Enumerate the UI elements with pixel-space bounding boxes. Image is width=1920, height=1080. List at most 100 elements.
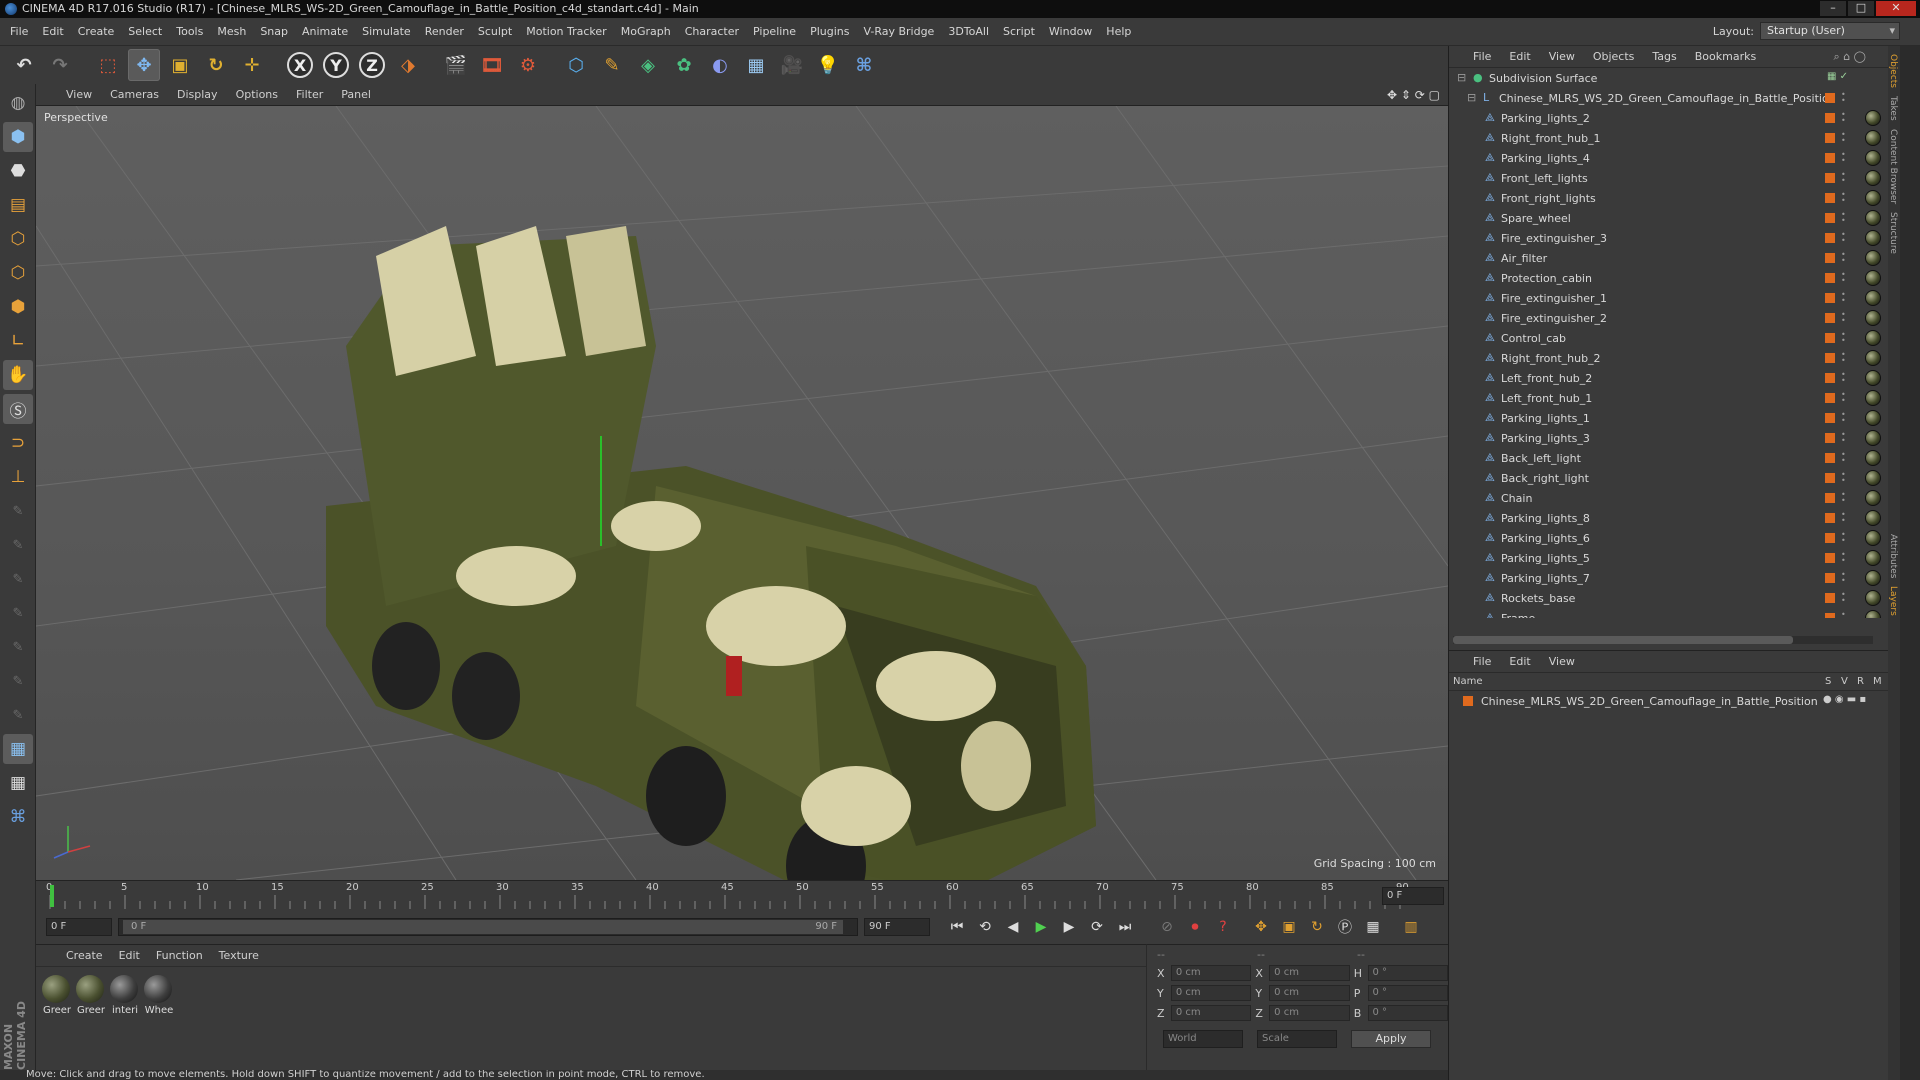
- 3d-viewport[interactable]: Perspective Grid Spacing : 100 cm: [36, 106, 1448, 880]
- visibility-dots-icon[interactable]: ••: [1841, 451, 1846, 465]
- move-tool-icon[interactable]: ✥: [128, 49, 160, 81]
- material-tag-icon[interactable]: [1865, 190, 1881, 206]
- object-row[interactable]: ⟁ Fire_extinguisher_1 • •: [1449, 288, 1889, 308]
- x-axis-lock[interactable]: X: [284, 49, 316, 81]
- floor-scene-icon[interactable]: ▦: [740, 49, 772, 81]
- key-rotation-icon[interactable]: ↻: [1304, 914, 1330, 940]
- menu-create[interactable]: Create: [78, 25, 115, 38]
- collapse-toggle-icon[interactable]: ⊟: [1457, 72, 1467, 84]
- material-tag-icon[interactable]: [1865, 150, 1881, 166]
- menu-simulate[interactable]: Simulate: [362, 25, 411, 38]
- object-row-parent[interactable]: ⊟ L Chinese_MLRS_WS_2D_Green_Camouflage_…: [1449, 88, 1889, 108]
- visibility-dots-icon[interactable]: ••: [1841, 351, 1846, 365]
- playhead-marker[interactable]: [50, 885, 54, 907]
- pen-spline-icon[interactable]: ✎: [596, 49, 628, 81]
- objects-menu-file[interactable]: File: [1473, 50, 1491, 63]
- apply-button[interactable]: Apply: [1351, 1030, 1431, 1048]
- material-tag-icon[interactable]: [1865, 350, 1881, 366]
- object-row[interactable]: ⟁ Control_cab • •: [1449, 328, 1889, 348]
- camera-icon[interactable]: 🎥: [776, 49, 808, 81]
- snap-icon[interactable]: Ⓢ: [3, 394, 33, 424]
- material-tag-icon[interactable]: [1865, 470, 1881, 486]
- material-menu-create[interactable]: Create: [66, 949, 103, 962]
- menu-pipeline[interactable]: Pipeline: [753, 25, 796, 38]
- visibility-dots-icon[interactable]: ••: [1841, 411, 1846, 425]
- object-row[interactable]: ⟁ Front_left_lights • •: [1449, 168, 1889, 188]
- object-row[interactable]: ⟁ Parking_lights_4 • •: [1449, 148, 1889, 168]
- light-icon[interactable]: 💡: [812, 49, 844, 81]
- viewport-menu-filter[interactable]: Filter: [296, 88, 323, 101]
- viewport-menu-panel[interactable]: Panel: [341, 88, 371, 101]
- visibility-dots-icon[interactable]: ••: [1841, 271, 1846, 285]
- material-tag-icon[interactable]: [1865, 430, 1881, 446]
- visibility-dots-icon[interactable]: ••: [1841, 511, 1846, 525]
- material-tag-icon[interactable]: [1865, 270, 1881, 286]
- material-swatch[interactable]: Greer: [76, 975, 106, 1016]
- object-row[interactable]: ⟁ Right_front_hub_1 • •: [1449, 128, 1889, 148]
- visibility-dots-icon[interactable]: ••: [1841, 331, 1846, 345]
- undo-icon[interactable]: ↶: [8, 49, 40, 81]
- material-swatch[interactable]: interi: [110, 975, 140, 1016]
- cube-primitive-icon[interactable]: ⬡: [560, 49, 592, 81]
- timeline-end-field[interactable]: 0 F: [1382, 887, 1444, 905]
- material-tag-icon[interactable]: [1865, 390, 1881, 406]
- object-row[interactable]: ⟁ Back_right_light • •: [1449, 468, 1889, 488]
- material-tag-icon[interactable]: [1865, 110, 1881, 126]
- visibility-dots-icon[interactable]: ••: [1841, 611, 1846, 619]
- material-tag-icon[interactable]: [1865, 210, 1881, 226]
- menu-file[interactable]: File: [10, 25, 28, 38]
- material-tag-icon[interactable]: [1865, 530, 1881, 546]
- material-tag-icon[interactable]: [1865, 310, 1881, 326]
- visibility-dots-icon[interactable]: ••: [1841, 191, 1846, 205]
- object-row[interactable]: ⟁ Right_front_hub_2 • •: [1449, 348, 1889, 368]
- python-script-icon[interactable]: ⌘: [3, 802, 33, 832]
- object-row[interactable]: ⟁ Parking_lights_6 • •: [1449, 528, 1889, 548]
- tweak-mode-icon[interactable]: ✋: [3, 360, 33, 390]
- material-tag-icon[interactable]: [1865, 610, 1881, 618]
- texture-mode-icon[interactable]: ⬣: [3, 156, 33, 186]
- material-tag-icon[interactable]: [1865, 510, 1881, 526]
- polygons-mode-icon[interactable]: ⬢: [3, 292, 33, 322]
- play-icon[interactable]: ▶: [1028, 914, 1054, 940]
- edges-mode-icon[interactable]: ⬡: [3, 258, 33, 288]
- objects-menu-tags[interactable]: Tags: [1652, 50, 1676, 63]
- rotation-p-field[interactable]: 0 °: [1367, 985, 1449, 1001]
- layer-row[interactable]: Chinese_MLRS_WS_2D_Green_Camouflage_in_B…: [1449, 691, 1889, 711]
- layers-menu-file[interactable]: File: [1473, 655, 1491, 668]
- material-tag-icon[interactable]: [1865, 550, 1881, 566]
- object-row[interactable]: ⟁ Parking_lights_7 • •: [1449, 568, 1889, 588]
- axis-lock-icon[interactable]: ⊥: [3, 462, 33, 492]
- size-z-field[interactable]: 0 cm: [1269, 1005, 1350, 1021]
- current-frame-field[interactable]: 0 F: [46, 918, 112, 936]
- sculpt-smooth-icon[interactable]: ✎: [3, 564, 33, 594]
- object-row[interactable]: ⟁ Left_front_hub_2 • •: [1449, 368, 1889, 388]
- size-y-field[interactable]: 0 cm: [1269, 985, 1350, 1001]
- material-tag-icon[interactable]: [1865, 490, 1881, 506]
- live-selection-icon[interactable]: ⬚: [92, 49, 124, 81]
- workplane-icon[interactable]: ▤: [3, 190, 33, 220]
- object-row[interactable]: ⟁ Frame ••: [1449, 608, 1889, 618]
- material-tag-icon[interactable]: [1865, 370, 1881, 386]
- sculpt-brush-icon[interactable]: ✎: [3, 496, 33, 526]
- viewport-menu-view[interactable]: View: [66, 88, 92, 101]
- layers-menu-view[interactable]: View: [1549, 655, 1575, 668]
- objects-menu-bookmarks[interactable]: Bookmarks: [1695, 50, 1756, 63]
- previous-frame-icon[interactable]: ◀: [1000, 914, 1026, 940]
- object-row[interactable]: ⟁ Parking_lights_2 • •: [1449, 108, 1889, 128]
- visibility-dots-icon[interactable]: ••: [1841, 311, 1846, 325]
- object-row-root[interactable]: ⊟ ● Subdivision Surface ▦ ✓: [1449, 68, 1889, 88]
- menu-select[interactable]: Select: [128, 25, 162, 38]
- timeline-ruler[interactable]: 051015202530354045505560657075808590 0 F: [36, 880, 1448, 910]
- deformer-icon[interactable]: ◐: [704, 49, 736, 81]
- scale-mode-dropdown[interactable]: Scale: [1257, 1030, 1337, 1048]
- object-row[interactable]: ⟁ Fire_extinguisher_2 • •: [1449, 308, 1889, 328]
- y-axis-lock[interactable]: Y: [320, 49, 352, 81]
- coordinate-system-icon[interactable]: ⬗: [392, 49, 424, 81]
- sculpt-grab-icon[interactable]: ✎: [3, 700, 33, 730]
- checkerboard-icon[interactable]: ▦: [3, 734, 33, 764]
- viewport-menu-display[interactable]: Display: [177, 88, 218, 101]
- previous-key-icon[interactable]: ⟲: [972, 914, 998, 940]
- frame-range-slider[interactable]: 0 F 90 F: [118, 918, 858, 936]
- redo-icon[interactable]: ↷: [44, 49, 76, 81]
- object-list-hscrollbar[interactable]: [1453, 636, 1873, 644]
